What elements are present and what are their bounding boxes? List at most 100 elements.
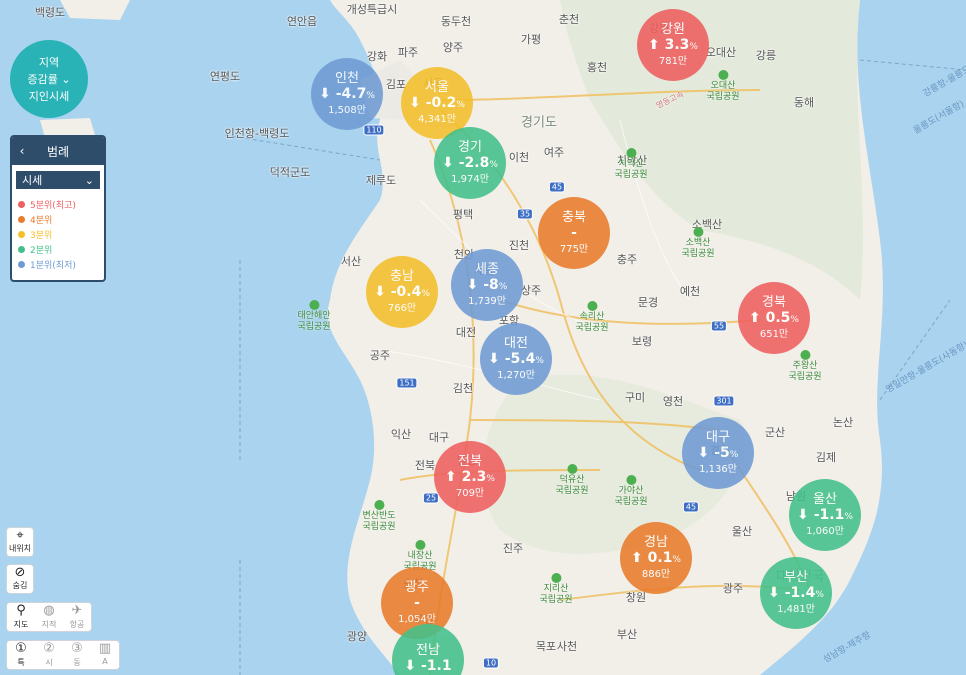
change-unit: %	[421, 289, 430, 299]
aerial-view-icon: ✈	[71, 603, 83, 618]
avg-price: 886만	[641, 569, 671, 580]
change-value: ⬇ -0.2	[409, 95, 457, 111]
highway-shield: 10	[482, 657, 500, 669]
change-unit: %	[535, 356, 544, 366]
place-label: 덕적군도	[269, 166, 311, 179]
place-label: 제루도	[365, 174, 397, 187]
legend-metric-select[interactable]: 시세 ⌄	[16, 171, 100, 189]
region-name: 인천	[335, 71, 359, 86]
map-canvas[interactable]: 백령도연안읍개성특급시동두천춘천강원강화파주양주가평오대산강릉연평도김포홍천동해…	[0, 0, 966, 675]
change-rate: ⬇ -8%	[467, 277, 508, 296]
legend-label: 5분위(최고)	[30, 201, 76, 211]
place-label: 연안읍	[286, 15, 318, 28]
hide-label: 숨김	[12, 581, 28, 590]
level-province-button[interactable]: ①특	[7, 641, 35, 669]
avg-price: 1,136만	[699, 464, 737, 475]
level-apartment-button[interactable]: ▥ A	[91, 641, 119, 669]
my-location-button[interactable]: ⌖ 내위치	[6, 527, 34, 557]
place-label: 홍천	[586, 61, 608, 74]
avg-price: 766만	[387, 303, 417, 314]
legend-title: 범례	[46, 144, 70, 159]
segment-label: 특	[17, 658, 25, 667]
region-name: 부산	[784, 570, 808, 585]
change-unit: %	[729, 450, 739, 460]
region-name: 대구	[706, 430, 730, 445]
back-chevron-icon[interactable]: ‹	[12, 144, 32, 158]
cadastral-view-button[interactable]: ◍ 지적	[35, 603, 63, 631]
legend-item: 5분위(최고)	[18, 197, 98, 212]
park-name: 오대산 국립공원	[706, 81, 740, 102]
level-city-button[interactable]: ②시	[35, 641, 63, 669]
region-bubble-gyeonggi[interactable]: 경기 ⬇ -2.8% 1,974만	[434, 127, 506, 199]
region-name: 경기	[458, 140, 482, 155]
place-label: 예천	[679, 285, 701, 298]
change-rate: ⬇ -2.8%	[442, 155, 498, 174]
change-rate: ⬇ -4.7%	[319, 86, 375, 105]
place-label: 춘천	[558, 13, 580, 26]
change-unit: %	[366, 91, 375, 101]
tree-icon	[626, 475, 636, 485]
region-bubble-jeonbuk[interactable]: 전북 ⬆ 2.3% 709만	[434, 441, 506, 513]
region-bubble-incheon[interactable]: 인천 ⬇ -4.7% 1,508만	[311, 58, 383, 130]
region-bubble-gyeongbuk[interactable]: 경북 ⬆ 0.5% 651만	[738, 282, 810, 354]
segment-label: 시	[45, 658, 53, 667]
avg-price: 1,508만	[328, 105, 366, 116]
region-change-button[interactable]: 지역 증감률 ⌄ 지인시세	[10, 40, 88, 118]
national-park-label: 지리산 국립공원	[539, 573, 573, 606]
region-bubble-daejeon[interactable]: 대전 ⬇ -5.4% 1,270만	[480, 323, 552, 395]
highway-shield: 35	[516, 208, 534, 220]
legend-label: 2분위	[30, 246, 53, 256]
region-bubble-daegu[interactable]: 대구 ⬇ -5% 1,136만	[682, 417, 754, 489]
legend-dot	[18, 201, 25, 208]
legend-label: 4분위	[30, 216, 53, 226]
region-bubble-ulsan[interactable]: 울산 ⬇ -1.1% 1,060만	[789, 479, 861, 551]
highway-shield: 301	[713, 395, 735, 407]
region-name: 서울	[425, 80, 449, 95]
place-label: 공주	[369, 349, 391, 362]
change-unit: %	[498, 282, 508, 292]
place-label: 오대산	[705, 46, 737, 59]
avg-price: 709만	[455, 488, 485, 499]
region-bubble-sejong[interactable]: 세종 ⬇ -8% 1,739만	[451, 249, 523, 321]
tree-icon	[718, 70, 728, 80]
region-bubble-gangwon[interactable]: 강원 ⬆ 3.3% 781만	[637, 9, 709, 81]
highway-shield: 45	[682, 501, 700, 513]
place-label: 진주	[502, 542, 524, 555]
tree-icon	[309, 300, 319, 310]
change-rate: ⬆ 0.1%	[631, 550, 681, 569]
region-bubble-chungnam[interactable]: 충남 ⬇ -0.4% 766만	[366, 256, 438, 328]
place-label: 문경	[637, 296, 659, 309]
region-bubble-busan[interactable]: 부산 ⬇ -1.4% 1,481만	[760, 557, 832, 629]
change-unit: %	[815, 590, 824, 600]
tree-icon	[693, 227, 703, 237]
park-name: 가야산 국립공원	[614, 486, 648, 507]
legend-dot	[18, 216, 25, 223]
change-unit: %	[689, 42, 698, 52]
national-park-label: 주왕산 국립공원	[788, 350, 822, 383]
national-park-label: 태안해안 국립공원	[297, 300, 331, 333]
region-bubble-gyeongnam[interactable]: 경남 ⬆ 0.1% 886만	[620, 522, 692, 594]
highway-shield: 45	[548, 181, 566, 193]
place-label: 평택	[452, 208, 474, 221]
legend-item: 3분위	[18, 227, 98, 242]
national-park-label: 가야산 국립공원	[614, 475, 648, 508]
level-apartment-icon: ▥	[98, 641, 112, 656]
change-value: ⬇ -1.1	[797, 507, 845, 523]
segment-label: 지도	[13, 620, 29, 629]
legend-item: 4분위	[18, 212, 98, 227]
place-label: 김제	[815, 451, 837, 464]
segment-label: 항공	[69, 620, 85, 629]
map-view-button[interactable]: ⚲ 지도	[7, 603, 35, 631]
place-label: 충주	[616, 253, 638, 266]
hide-button[interactable]: ⊘ 숨김	[6, 564, 34, 594]
aerial-view-button[interactable]: ✈ 항공	[63, 603, 91, 631]
national-park-label: 오대산 국립공원	[706, 70, 740, 103]
region-bubble-chungbuk[interactable]: 충북 - 775만	[538, 197, 610, 269]
place-label: 백령도	[34, 6, 66, 19]
legend-items: 5분위(최고) 4분위 3분위 2분위 1분위(최저)	[12, 195, 104, 274]
place-label: 부산	[616, 628, 638, 641]
tree-icon	[800, 350, 810, 360]
legend-select-value: 시세	[22, 174, 43, 187]
level-dong-button[interactable]: ③동	[63, 641, 91, 669]
place-label: 사천	[556, 640, 578, 653]
